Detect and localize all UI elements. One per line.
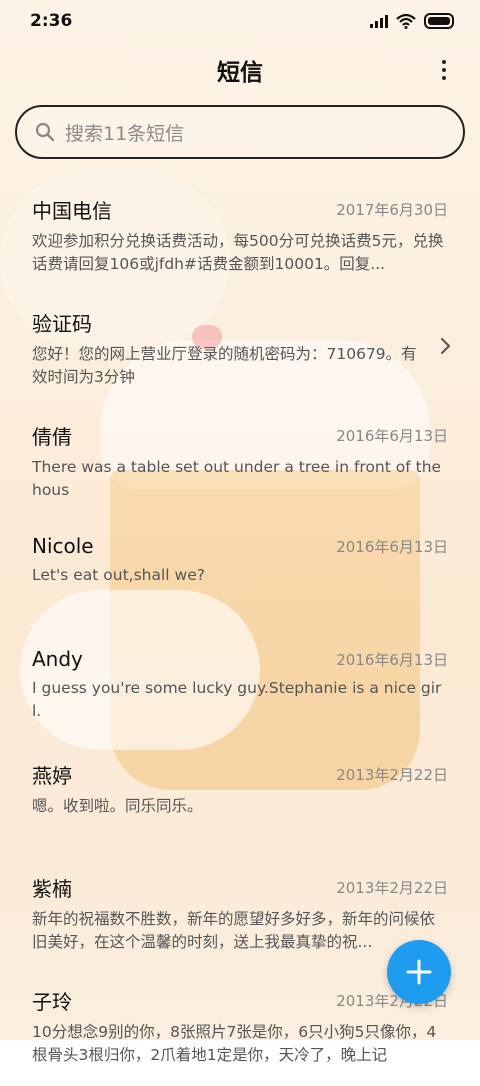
message-date: 2016年6月13日 <box>336 427 448 445</box>
message-item[interactable]: 燕婷 2013年2月22日 嗯。收到啦。同乐同乐。 <box>0 747 480 860</box>
message-date: 2016年6月13日 <box>336 537 448 556</box>
message-date: 2013年2月22日 <box>336 879 448 897</box>
message-item[interactable]: Nicole 2016年6月13日 Let's eat out,shall we… <box>0 521 480 634</box>
message-item[interactable]: 中国电信 2017年6月30日 欢迎参加积分兑换话费活动，每500分可兑换话费5… <box>0 182 480 295</box>
message-preview: 嗯。收到啦。同乐同乐。 <box>32 797 203 815</box>
sender-name: 倩倩 <box>32 425 72 449</box>
message-preview: There was a table set out under a tree i… <box>32 458 442 499</box>
app-header: 短信 <box>0 48 480 92</box>
status-icons <box>370 13 454 29</box>
search-icon <box>35 122 55 142</box>
search-input[interactable]: 搜索11条短信 <box>15 105 465 159</box>
battery-icon <box>424 13 454 29</box>
message-preview: 您好！您的网上营业厅登录的随机密码为：710679。有效时间为3分钟 <box>32 345 417 386</box>
chevron-right-icon[interactable] <box>438 337 452 355</box>
sender-name: 中国电信 <box>32 199 112 223</box>
page-title: 短信 <box>217 60 263 86</box>
sender-name: 子玲 <box>32 990 72 1014</box>
message-date: 2013年2月22日 <box>336 766 448 784</box>
message-date: 2016年6月13日 <box>336 650 448 669</box>
plus-icon <box>406 959 432 985</box>
message-item[interactable]: 倩倩 2016年6月13日 There was a table set out … <box>0 408 480 521</box>
new-message-button[interactable] <box>387 940 451 1004</box>
search-placeholder: 搜索11条短信 <box>65 122 185 145</box>
message-item[interactable]: Andy 2016年6月13日 I guess you're some luck… <box>0 634 480 747</box>
message-preview: Let's eat out,shall we? <box>32 566 205 584</box>
wifi-icon <box>396 13 416 29</box>
signal-icon <box>370 14 388 28</box>
sender-name: 燕婷 <box>32 764 72 788</box>
status-time: 2:36 <box>30 11 73 31</box>
message-preview: 新年的祝福数不胜数，新年的愿望好多好多，新年的问候依旧美好，在这个温馨的时刻，送… <box>32 910 436 951</box>
message-preview: 欢迎参加积分兑换话费活动，每500分可兑换话费5元，兑换话费请回复106或jfd… <box>32 232 444 273</box>
sender-name: Nicole <box>32 534 94 558</box>
message-preview: 10分想念9别的你，8张照片7张是你，6只小狗5只像你，4根骨头3根归你，2爪着… <box>32 1023 437 1064</box>
message-item[interactable]: 验证码 您好！您的网上营业厅登录的随机密码为：710679。有效时间为3分钟 <box>0 295 480 408</box>
more-vertical-icon[interactable] <box>430 56 458 84</box>
message-preview: I guess you're some lucky guy.Stephanie … <box>32 679 442 720</box>
message-date: 2017年6月30日 <box>336 201 448 219</box>
sender-name: 紫楠 <box>32 877 72 901</box>
sender-name: 验证码 <box>32 312 92 336</box>
status-bar: 2:36 <box>0 0 480 42</box>
sender-name: Andy <box>32 647 83 671</box>
